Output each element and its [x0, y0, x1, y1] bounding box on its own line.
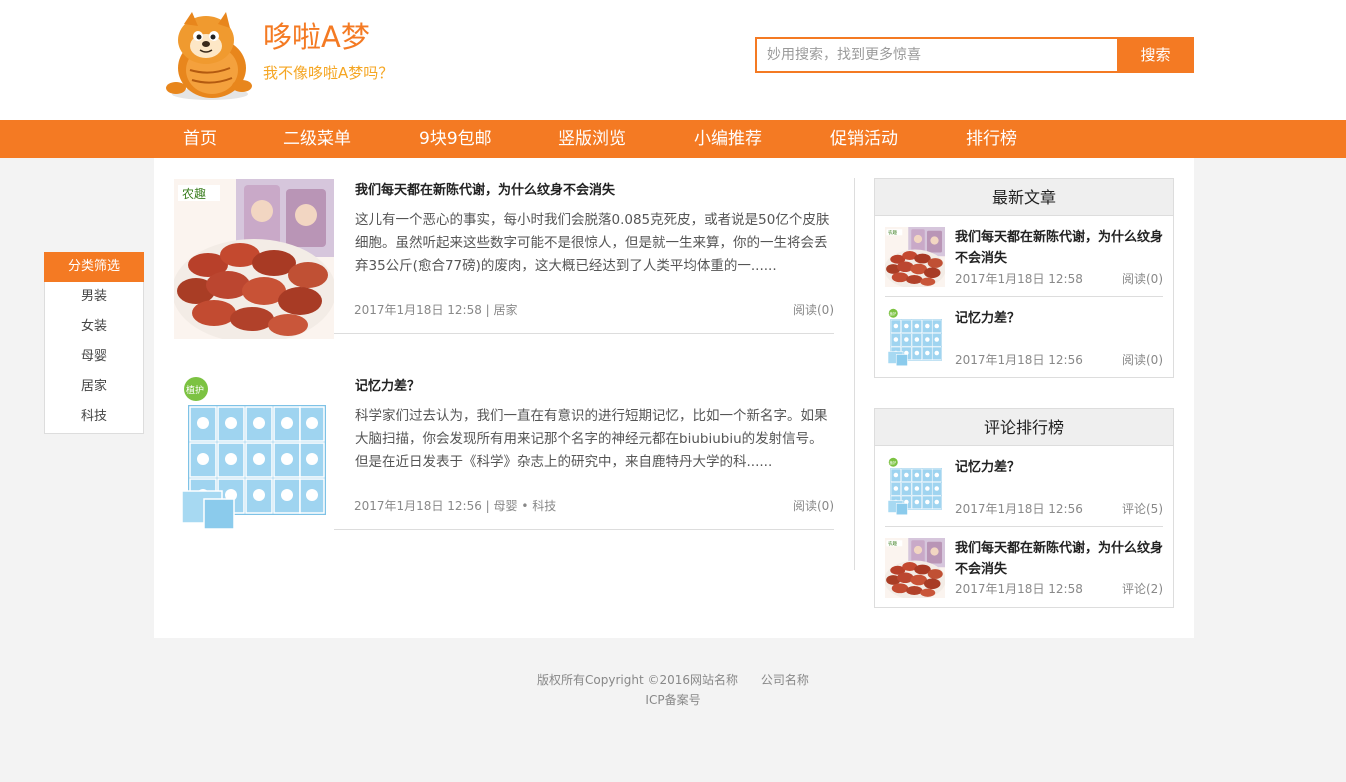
comment-ranking-title: 评论排行榜: [875, 409, 1173, 446]
widget-item-date: 2017年1月18日 12:56: [955, 502, 1083, 516]
category-filter: 分类筛选 男装 女装 母婴 居家 科技: [44, 252, 144, 434]
widget-item-date: 2017年1月18日 12:56: [955, 353, 1083, 367]
category-item-home[interactable]: 居家: [45, 372, 143, 402]
dried-dates-image[interactable]: [885, 227, 945, 287]
category-filter-title: 分类筛选: [44, 252, 144, 282]
article-meta: 2017年1月18日 12:58 | 居家: [354, 303, 518, 317]
tissue-boxes-image[interactable]: [885, 457, 945, 517]
nav-item-vertical-browse[interactable]: 竖版浏览: [558, 120, 626, 158]
nav-item-editor-picks[interactable]: 小编推荐: [694, 120, 762, 158]
widget-divider: [885, 526, 1163, 527]
latest-articles-widget: 最新文章 我们每天都在新陈代谢，为什么纹身不会消失 2017年1月18日 12:…: [874, 178, 1174, 378]
nav-item-home[interactable]: 首页: [183, 120, 217, 158]
site-title[interactable]: 哆啦A梦: [263, 14, 370, 56]
nav-item-ranking[interactable]: 排行榜: [966, 120, 1017, 158]
widget-item-title[interactable]: 记忆力差？: [955, 308, 1165, 329]
tissue-boxes-image[interactable]: [885, 308, 945, 368]
widget-list-item[interactable]: 记忆力差？ 2017年1月18日 12:56 阅读(0): [885, 298, 1163, 378]
article-title[interactable]: 记忆力差？: [355, 375, 420, 394]
footer-copyright: 版权所有Copyright ©2016网站名称 公司名称: [537, 673, 809, 687]
widget-divider: [885, 296, 1163, 297]
widget-list-item[interactable]: 我们每天都在新陈代谢，为什么纹身不会消失 2017年1月18日 12:58 评论…: [885, 528, 1163, 608]
article-item: 记忆力差？ 科学家们过去认为，我们一直在有意识的进行短期记忆，比如一个新名字。如…: [174, 354, 834, 535]
footer-icp[interactable]: ICP备案号: [0, 691, 1346, 708]
category-item-baby[interactable]: 母婴: [45, 342, 143, 372]
widget-item-date: 2017年1月18日 12:58: [955, 272, 1083, 286]
dried-dates-image[interactable]: [174, 179, 334, 339]
latest-articles-title: 最新文章: [875, 179, 1173, 216]
widget-item-title[interactable]: 我们每天都在新陈代谢，为什么纹身不会消失: [955, 227, 1165, 269]
dried-dates-image[interactable]: [885, 538, 945, 598]
article-summary: 科学家们过去认为，我们一直在有意识的进行短期记忆，比如一个新名字。如果大脑扫描，…: [355, 408, 828, 470]
category-item-menswear[interactable]: 男装: [45, 282, 143, 312]
nav-item-submenu[interactable]: 二级菜单: [283, 120, 351, 158]
site-slogan: 我不像哆啦A梦吗？: [263, 64, 394, 82]
article-title[interactable]: 我们每天都在新陈代谢，为什么纹身不会消失: [355, 179, 615, 198]
comment-ranking-widget: 评论排行榜 记忆力差？ 2017年1月18日 12:56 评论(5) 我们每天都…: [874, 408, 1174, 608]
search-input[interactable]: [755, 37, 1119, 73]
category-item-womenswear[interactable]: 女装: [45, 312, 143, 342]
column-divider: [854, 178, 855, 570]
article-item: 我们每天都在新陈代谢，为什么纹身不会消失 这儿有一个恶心的事实，每小时我们会脱落…: [174, 158, 834, 339]
widget-item-count: 评论(2): [1122, 582, 1163, 596]
article-read-count: 阅读(0): [793, 303, 834, 317]
widget-item-count: 阅读(0): [1122, 353, 1163, 367]
widget-item-count: 评论(5): [1122, 502, 1163, 516]
widget-list-item[interactable]: 记忆力差？ 2017年1月18日 12:56 评论(5): [885, 447, 1163, 527]
widget-list-item[interactable]: 我们每天都在新陈代谢，为什么纹身不会消失 2017年1月18日 12:58 阅读…: [885, 217, 1163, 297]
widget-item-title[interactable]: 我们每天都在新陈代谢，为什么纹身不会消失: [955, 538, 1165, 580]
main-nav: 首页 二级菜单 9块9包邮 竖版浏览 小编推荐 促销活动 排行榜: [0, 120, 1346, 158]
widget-item-count: 阅读(0): [1122, 272, 1163, 286]
nav-item-promotions[interactable]: 促销活动: [830, 120, 898, 158]
search-button[interactable]: 搜索: [1117, 37, 1194, 73]
widget-item-title[interactable]: 记忆力差？: [955, 457, 1165, 478]
article-meta: 2017年1月18日 12:56 | 母婴 • 科技: [354, 499, 557, 513]
article-read-count: 阅读(0): [793, 499, 834, 513]
category-item-tech[interactable]: 科技: [45, 402, 143, 432]
cat-mascot-icon[interactable]: [160, 10, 254, 102]
widget-item-date: 2017年1月18日 12:58: [955, 582, 1083, 596]
tissue-boxes-image[interactable]: [174, 375, 334, 535]
nav-item-bargain[interactable]: 9块9包邮: [419, 120, 492, 158]
article-summary: 这儿有一个恶心的事实，每小时我们会脱落0.085克死皮，或者说是50亿个皮肤细胞…: [355, 212, 830, 274]
site-header: 哆啦A梦 我不像哆啦A梦吗？ 搜索: [0, 0, 1346, 120]
